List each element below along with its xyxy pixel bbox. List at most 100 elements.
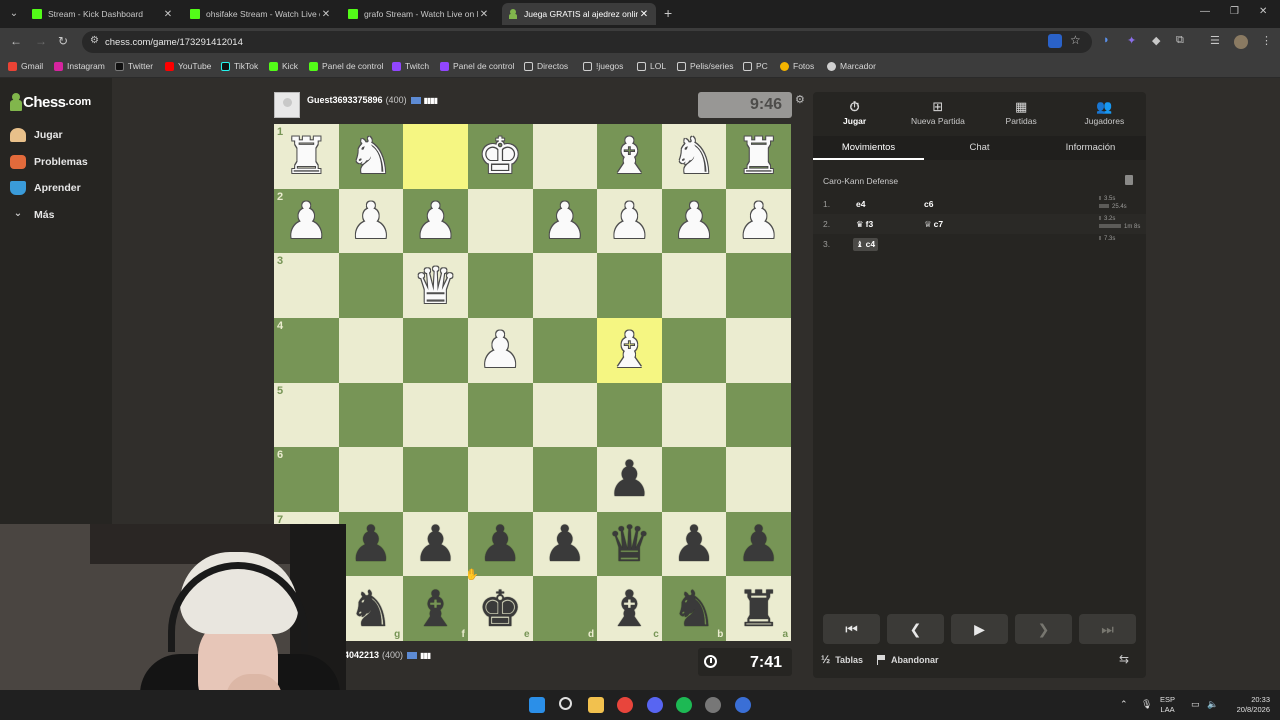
avatar[interactable]	[274, 92, 300, 118]
board-square[interactable]: 4	[274, 317, 339, 383]
search-icon[interactable]	[559, 697, 572, 710]
sidebar-item-mas[interactable]: ⌄ Más	[10, 208, 55, 222]
white-pawn-icon[interactable]: ♟	[736, 196, 781, 246]
board-square[interactable]	[726, 317, 791, 383]
bookmark-panel-control-kick[interactable]: Panel de control	[309, 61, 383, 71]
discord-icon[interactable]	[647, 697, 663, 713]
chrome-icon[interactable]	[617, 697, 633, 713]
white-knight-icon[interactable]: ♞	[672, 131, 717, 181]
bookmark-kick[interactable]: Kick	[269, 61, 298, 71]
board-square[interactable]: ♟	[726, 188, 791, 254]
board-square[interactable]: 1 ♜	[274, 124, 339, 189]
white-bishop-icon[interactable]: ♝	[607, 131, 652, 181]
board-square[interactable]	[338, 447, 404, 512]
white-pawn-icon[interactable]: ♟	[607, 196, 652, 246]
tab-chat[interactable]: Chat	[924, 136, 1035, 160]
board-square[interactable]	[403, 317, 468, 383]
extensions-puzzle-icon[interactable]: ⧉	[1176, 34, 1184, 47]
black-pawn-icon[interactable]: ♟	[478, 519, 523, 569]
white-move[interactable]: e4	[853, 198, 868, 210]
board-square[interactable]: ♝	[597, 124, 662, 189]
translate-icon[interactable]	[1048, 34, 1062, 48]
board-square[interactable]: ♜	[726, 124, 791, 189]
black-pawn-icon[interactable]: ♟	[413, 519, 458, 569]
board-square[interactable]	[597, 253, 662, 318]
white-move[interactable]: ♝ c4	[853, 238, 879, 251]
chesscom-logo[interactable]: Chess .com	[10, 92, 91, 112]
back-icon[interactable]: ←	[10, 34, 22, 48]
board-square[interactable]: ♛	[597, 511, 662, 577]
board-square[interactable]	[403, 124, 468, 189]
white-pawn-icon[interactable]: ♟	[284, 196, 329, 246]
close-icon[interactable]: ✕	[478, 9, 490, 20]
board-square[interactable]: ♟	[726, 511, 791, 577]
white-bishop-icon[interactable]: ♝	[607, 325, 652, 375]
board-square[interactable]	[597, 382, 662, 448]
black-knight-icon[interactable]: ♞	[672, 584, 717, 634]
microphone-icon[interactable]: 🎙	[1141, 699, 1152, 709]
browser-tab-grafo[interactable]: grafo Stream - Watch Live on K ✕	[342, 3, 496, 25]
board-square[interactable]	[532, 253, 598, 318]
sidebar-item-jugar[interactable]: Jugar	[10, 128, 63, 142]
bookmark-pc[interactable]: PC	[743, 61, 768, 71]
board-settings-gear-icon[interactable]: ⚙	[795, 93, 805, 106]
board-square[interactable]	[532, 447, 598, 512]
browser-tab-chess[interactable]: Juega GRATIS al ajedrez online ✕	[502, 3, 656, 25]
close-window-icon[interactable]: ✕	[1259, 6, 1267, 17]
player-name[interactable]: 4042213	[344, 650, 379, 660]
board-square[interactable]	[338, 382, 404, 448]
tab-jugar[interactable]: ⏱ Jugar	[813, 92, 896, 132]
bookmark-juegos[interactable]: !juegos	[583, 61, 623, 71]
board-square[interactable]	[532, 124, 598, 189]
reload-icon[interactable]: ↻	[58, 34, 68, 48]
board-square[interactable]: ♟	[661, 511, 727, 577]
board-square[interactable]: 3	[274, 253, 339, 318]
black-queen-icon[interactable]: ♛	[607, 519, 652, 569]
first-move-button[interactable]: ⏮	[823, 614, 880, 644]
black-pawn-icon[interactable]: ♟	[349, 519, 394, 569]
white-pawn-icon[interactable]: ♟	[478, 325, 523, 375]
white-move[interactable]: ♛ f3	[853, 218, 876, 231]
white-rook-icon[interactable]: ♜	[284, 131, 329, 181]
tab-list-icon[interactable]: ☰	[1210, 34, 1220, 47]
board-square[interactable]: ♟	[661, 188, 727, 254]
board-square[interactable]	[661, 253, 727, 318]
restore-icon[interactable]: ❐	[1230, 6, 1239, 17]
tab-informacion[interactable]: Información	[1035, 136, 1146, 160]
board-square[interactable]: ♟	[532, 188, 598, 254]
resign-button[interactable]: Abandonar	[877, 655, 939, 665]
board-square[interactable]	[726, 382, 791, 448]
board-square[interactable]	[661, 447, 727, 512]
new-tab-icon[interactable]: +	[664, 5, 672, 21]
site-settings-icon[interactable]: ⚙	[90, 35, 99, 46]
previous-move-button[interactable]: ❮	[887, 614, 944, 644]
file-explorer-icon[interactable]	[588, 697, 604, 713]
sidebar-item-aprender[interactable]: Aprender	[10, 181, 81, 195]
board-square[interactable]: ♟	[338, 511, 404, 577]
opening-name[interactable]: Caro-Kann Defense	[823, 176, 898, 186]
address-bar[interactable]: ⚙ chess.com/game/173291412014 ☆	[82, 31, 1092, 53]
bookmark-twitter[interactable]: Twitter	[115, 61, 153, 71]
spotify-icon[interactable]	[676, 697, 692, 713]
board-square[interactable]	[532, 317, 598, 383]
minimize-icon[interactable]: —	[1200, 6, 1210, 17]
board-square[interactable]	[467, 447, 533, 512]
extension-icon[interactable]: ✦	[1127, 34, 1136, 47]
bookmark-youtube[interactable]: YouTube	[165, 61, 211, 71]
white-pawn-icon[interactable]: ♟	[413, 196, 458, 246]
board-square[interactable]: d	[532, 576, 598, 641]
bookmark-fotos[interactable]: Fotos	[780, 61, 814, 71]
bookmark-panel-control-twitch[interactable]: Panel de control	[440, 61, 514, 71]
board-square[interactable]	[338, 253, 404, 318]
board-square[interactable]: b ♞	[661, 576, 727, 641]
bookmark-twitch[interactable]: Twitch	[392, 61, 429, 71]
browser-tab-kick-dashboard[interactable]: Stream - Kick Dashboard ✕	[26, 3, 180, 25]
white-queen-icon[interactable]: ♛	[413, 261, 458, 311]
board-square[interactable]	[726, 253, 791, 318]
bookmark-gmail[interactable]: Gmail	[8, 61, 43, 71]
board-square[interactable]	[467, 253, 533, 318]
board-square[interactable]	[467, 382, 533, 448]
black-bishop-icon[interactable]: ♝	[607, 584, 652, 634]
extension-icon[interactable]: ◆	[1152, 34, 1160, 47]
tab-movimientos[interactable]: Movimientos	[813, 136, 924, 160]
